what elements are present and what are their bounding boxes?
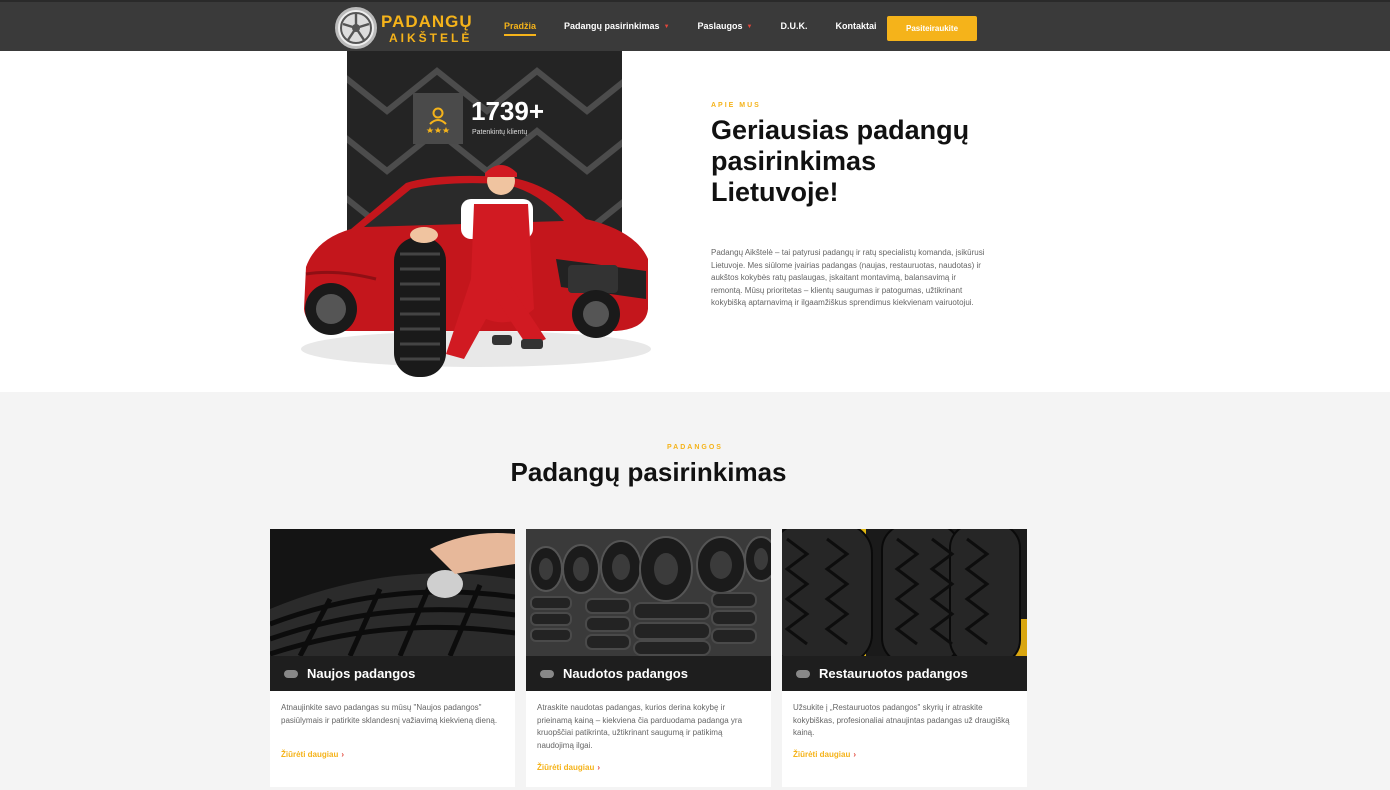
inquire-button[interactable]: Pasiteiraukite: [887, 16, 977, 41]
wheel-logo-icon: [335, 7, 377, 49]
logo-text-line2: AIKŠTELĖ: [389, 30, 473, 45]
menu-label: Pradžia: [504, 21, 537, 31]
card-title: Naujos padangos: [307, 666, 416, 681]
menu-item-kontaktai[interactable]: Kontaktai: [836, 21, 877, 31]
hero-description: Padangų Aikštelė – tai patyrusi padangų …: [711, 248, 985, 307]
card-description: Atnaujinkite savo padangas su mūsų "Nauj…: [281, 703, 498, 725]
card-image-tire-stacks: [526, 529, 771, 656]
customer-count-label: Patenkintų klientų: [472, 129, 528, 136]
card-retreaded-tires[interactable]: Restauruotos padangos Užsukite į „Restau…: [782, 529, 1027, 787]
tag-pill-icon: [540, 669, 554, 678]
tag-pill-icon: [796, 669, 810, 678]
card-read-more-link[interactable]: Žiūrėti daugiau ›: [793, 750, 856, 759]
menu-item-paslaugos[interactable]: Paslaugos ▼: [698, 21, 753, 31]
card-read-more-link[interactable]: Žiūrėti daugiau ›: [281, 750, 344, 759]
link-label: Žiūrėti daugiau: [537, 763, 595, 772]
link-label: Žiūrėti daugiau: [281, 750, 339, 759]
menu-label: Padangų pasirinkimas: [564, 21, 660, 31]
card-title-bar: Naudotos padangos: [526, 656, 771, 691]
hero-title: Geriausias padangų pasirinkimas Lietuvoj…: [711, 115, 970, 207]
card-image-tire-row: [782, 529, 1027, 656]
site-logo[interactable]: PADANGŲ AIKŠTELĖ: [335, 6, 473, 50]
card-description: Atraskite naudotas padangas, kurios deri…: [537, 703, 743, 750]
link-label: Žiūrėti daugiau: [793, 750, 851, 759]
dropdown-caret-icon: ▼: [746, 23, 753, 30]
menu-label: Paslaugos: [697, 21, 743, 31]
card-title: Naudotos padangos: [563, 666, 688, 681]
card-image-tire-tread-coin: [270, 529, 515, 656]
card-used-tires[interactable]: Naudotos padangos Atraskite naudotas pad…: [526, 529, 771, 787]
main-menu: Pradžia Padangų pasirinkimas ▼ Paslaugos ▼…: [504, 21, 905, 36]
menu-item-padangu-pasirinkimas[interactable]: Padangų pasirinkimas ▼: [564, 21, 670, 31]
card-description: Užsukite į „Restauruotos padangos" skyri…: [793, 703, 1010, 737]
customer-rating-icon: [413, 93, 463, 144]
menu-item-duk[interactable]: D.U.K.: [781, 21, 808, 31]
chevron-right-icon: ›: [597, 763, 601, 772]
chevron-right-icon: ›: [853, 750, 857, 759]
chevron-right-icon: ›: [341, 750, 345, 759]
section-eyebrow: PADANGOS: [667, 444, 723, 451]
customer-count: 1739+: [471, 96, 545, 126]
card-title: Restauruotos padangos: [819, 666, 968, 681]
menu-item-pradzia[interactable]: Pradžia: [504, 21, 537, 36]
card-title-bar: Restauruotos padangos: [782, 656, 1027, 691]
about-eyebrow: APIE MUS: [711, 102, 761, 109]
section-title: Padangų pasirinkimas: [510, 457, 787, 487]
hero-car-mechanic-image: [296, 159, 656, 394]
dropdown-caret-icon: ▼: [663, 23, 670, 30]
card-title-bar: Naujos padangos: [270, 656, 515, 691]
card-read-more-link[interactable]: Žiūrėti daugiau ›: [537, 763, 600, 772]
card-new-tires[interactable]: Naujos padangos Atnaujinkite savo padang…: [270, 529, 515, 787]
logo-text-line1: PADANGŲ: [381, 11, 473, 31]
about-hero: 1739+ Patenkintų klientų APIE MUS Geriau…: [0, 51, 1390, 392]
tag-pill-icon: [284, 669, 298, 678]
top-navigation: PADANGŲ AIKŠTELĖ Pradžia Padangų pasirin…: [0, 0, 1390, 51]
menu-label: Kontaktai: [835, 21, 877, 31]
menu-label: D.U.K.: [780, 21, 808, 31]
